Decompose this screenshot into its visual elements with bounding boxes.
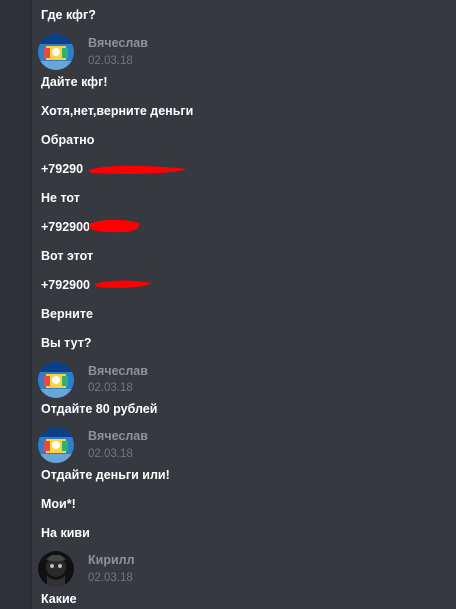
redaction-mark — [89, 219, 140, 233]
message-text: Где кфг? — [41, 8, 96, 22]
sidebar-divider — [30, 0, 32, 609]
message-text: Мои*! — [41, 497, 76, 511]
message-text: Отдайте 80 рублей — [41, 402, 158, 416]
message-text: Хотя,нет,верните деньги — [41, 104, 194, 118]
user-avatar-icon[interactable] — [38, 551, 74, 587]
message-author[interactable]: Кирилл — [88, 552, 135, 568]
message-text: Дайте кфг! — [41, 75, 108, 89]
channel-sidebar — [0, 0, 30, 609]
message-text: +792900 — [41, 278, 91, 292]
message-text: +79290 — [41, 162, 84, 176]
message-text: Отдайте деньги или! — [41, 468, 170, 482]
message-author[interactable]: Вячеслав — [88, 35, 148, 51]
message-text: На киви — [41, 526, 90, 540]
message-text: Не тот — [41, 191, 80, 205]
message-text: Вот этот — [41, 249, 94, 263]
message-text: Обратно — [41, 133, 95, 147]
message-text: +792900 — [41, 220, 91, 234]
message-timestamp: 02.03.18 — [88, 572, 133, 584]
user-avatar-icon[interactable] — [38, 427, 74, 463]
message-text: Вы тут? — [41, 336, 92, 350]
message-text: Какие — [41, 592, 77, 606]
message-author[interactable]: Вячеслав — [88, 363, 148, 379]
user-avatar-icon[interactable] — [38, 362, 74, 398]
message-timestamp: 02.03.18 — [88, 382, 133, 394]
message-text: Верните — [41, 307, 93, 321]
message-timestamp: 02.03.18 — [88, 448, 133, 460]
message-timestamp: 02.03.18 — [88, 55, 133, 67]
user-avatar-icon[interactable] — [38, 34, 74, 70]
redaction-mark — [95, 280, 151, 288]
message-author[interactable]: Вячеслав — [88, 428, 148, 444]
redaction-mark — [89, 165, 187, 174]
